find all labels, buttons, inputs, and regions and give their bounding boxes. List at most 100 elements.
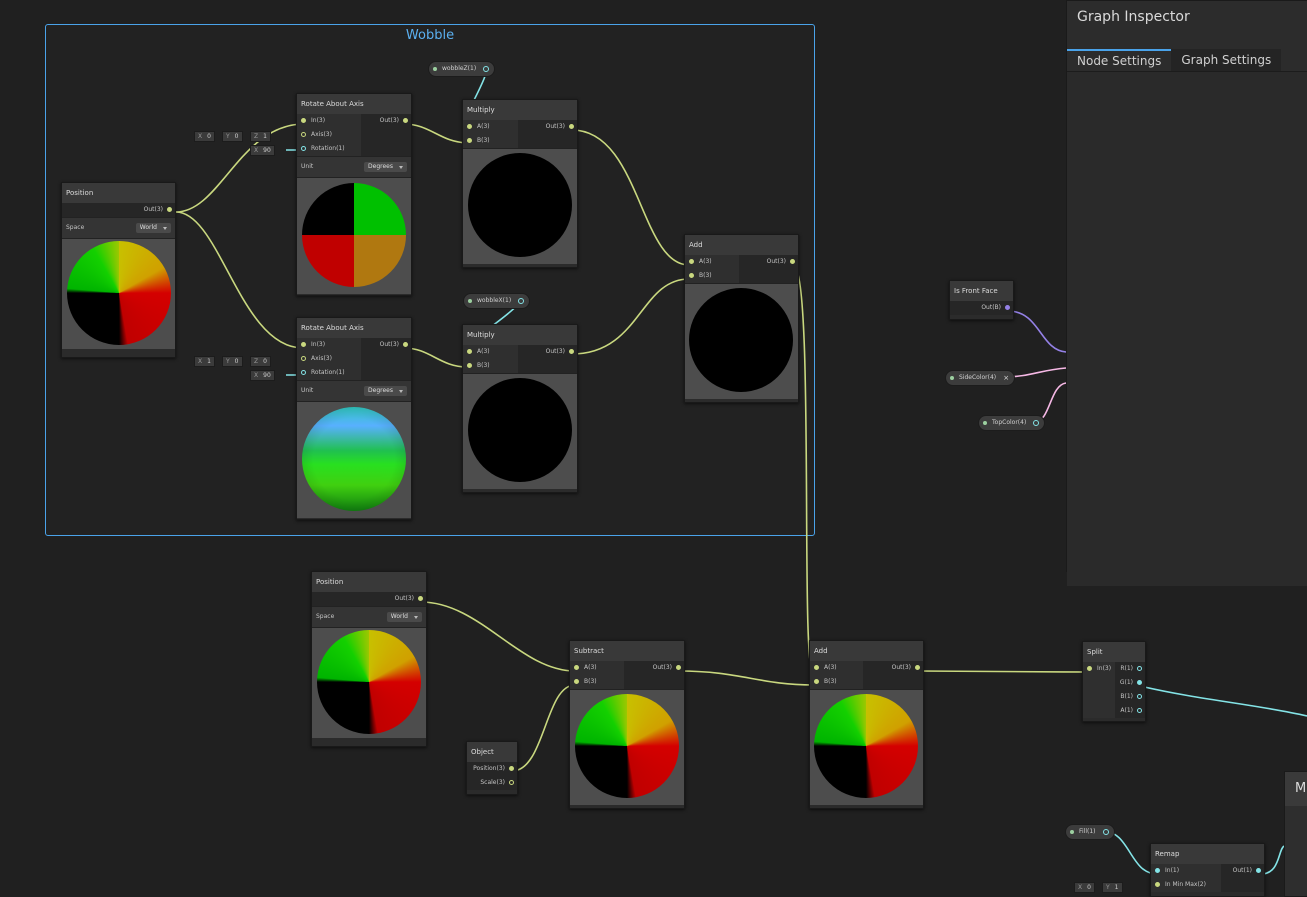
port-in[interactable]: In(3): [297, 338, 361, 352]
axis-z-field[interactable]: Z0: [250, 356, 271, 367]
node-title[interactable]: Add: [685, 235, 798, 255]
port-a[interactable]: A(3): [463, 345, 518, 359]
port-connector-icon[interactable]: [403, 342, 408, 347]
port-connector-icon[interactable]: [301, 342, 306, 347]
port-connector-icon[interactable]: [301, 118, 306, 123]
node-title[interactable]: Is Front Face: [950, 281, 1013, 301]
minmax-y-field[interactable]: Y1: [1102, 882, 1123, 893]
node-split[interactable]: Split In(3) R(1) G(1) B(1) A(1): [1082, 641, 1146, 722]
space-dropdown[interactable]: World: [386, 612, 422, 622]
port-connector-icon[interactable]: [689, 259, 694, 264]
port-a[interactable]: A(3): [463, 120, 518, 134]
port-axis[interactable]: Axis(3): [297, 128, 361, 142]
node-subtract[interactable]: Subtract A(3) B(3) Out(3): [569, 640, 685, 809]
port-axis[interactable]: Axis(3): [297, 352, 361, 366]
port-connector-icon[interactable]: [569, 124, 574, 129]
port-out[interactable]: Out(3): [739, 255, 798, 269]
port-connector-icon[interactable]: [790, 259, 795, 264]
port-connector-icon[interactable]: [418, 596, 423, 601]
port-connector-icon[interactable]: [1087, 666, 1092, 671]
port-b[interactable]: B(3): [685, 269, 739, 283]
port-connector-icon[interactable]: [301, 370, 306, 375]
port-connector-icon[interactable]: [467, 349, 472, 354]
port-connector-icon[interactable]: [509, 766, 514, 771]
port-b[interactable]: B(3): [463, 359, 518, 373]
port-out[interactable]: Out(3): [624, 661, 684, 675]
node-rotate-about-axis[interactable]: Rotate About Axis In(3) Axis(3) Rotation…: [296, 93, 412, 296]
port-rotation[interactable]: Rotation(1): [297, 366, 361, 380]
port-connector-icon[interactable]: [403, 118, 408, 123]
property-topcolor[interactable]: TopColor(4): [978, 415, 1046, 431]
port-a[interactable]: A(3): [685, 255, 739, 269]
node-add[interactable]: Add A(3) B(3) Out(3): [809, 640, 924, 809]
port-connector-icon[interactable]: [509, 780, 514, 785]
port-connector-icon[interactable]: [814, 665, 819, 670]
port-connector-icon[interactable]: [574, 679, 579, 684]
tab-graph-settings[interactable]: Graph Settings: [1171, 49, 1282, 71]
axis-x-field[interactable]: X1: [194, 356, 215, 367]
node-title[interactable]: Object: [467, 742, 517, 762]
unit-dropdown[interactable]: Degrees: [364, 162, 407, 172]
port-g[interactable]: G(1): [1115, 676, 1145, 690]
port-b[interactable]: B(3): [810, 675, 863, 689]
close-icon[interactable]: ×: [1003, 371, 1009, 385]
port-connector-icon[interactable]: [1155, 868, 1160, 873]
rotation-x-field[interactable]: X 90: [250, 370, 275, 381]
port-connector-icon[interactable]: [915, 665, 920, 670]
space-dropdown[interactable]: World: [135, 223, 171, 233]
port-a[interactable]: A(1): [1115, 704, 1145, 718]
axis-y-field[interactable]: Y0: [222, 356, 243, 367]
node-is-front-face[interactable]: Is Front Face Out(B): [949, 280, 1014, 320]
node-rotate-about-axis[interactable]: Rotate About Axis In(3) Axis(3) Rotation…: [296, 317, 412, 520]
port-out[interactable]: Out(B): [950, 301, 1013, 315]
property-wobblex[interactable]: wobbleX(1): [463, 293, 531, 309]
port-out[interactable]: Out(3): [312, 592, 426, 606]
port-b[interactable]: B(3): [570, 675, 624, 689]
port-in[interactable]: In(1): [1151, 864, 1221, 878]
node-position[interactable]: Position Out(3) Space World: [61, 182, 176, 358]
port-out[interactable]: Out(3): [62, 203, 175, 217]
port-out[interactable]: Out(1): [1221, 864, 1264, 878]
port-connector-icon[interactable]: [1256, 868, 1261, 873]
port-in-min-max[interactable]: In Min Max(2): [1151, 878, 1221, 892]
node-position[interactable]: Position Out(3) Space World: [311, 571, 427, 747]
port-b[interactable]: B(1): [1115, 690, 1145, 704]
port-a[interactable]: A(3): [570, 661, 624, 675]
port-connector-icon[interactable]: [467, 363, 472, 368]
node-title[interactable]: Rotate About Axis: [297, 318, 411, 338]
node-remap[interactable]: Remap In(1) In Min Max(2) Out(1): [1150, 843, 1265, 897]
port-connector-icon[interactable]: [676, 665, 681, 670]
port-scale[interactable]: Scale(3): [467, 776, 517, 790]
minmax-x-field[interactable]: X0: [1074, 882, 1095, 893]
axis-y-field[interactable]: Y0: [222, 131, 243, 142]
axis-x-field[interactable]: X0: [194, 131, 215, 142]
port-position[interactable]: Position(3): [467, 762, 517, 776]
node-title[interactable]: Multiply: [463, 325, 577, 345]
node-title[interactable]: Add: [810, 641, 923, 661]
group-title[interactable]: Wobble: [46, 28, 814, 43]
node-add[interactable]: Add A(3) B(3) Out(3): [684, 234, 799, 403]
node-title[interactable]: Subtract: [570, 641, 684, 661]
port-out[interactable]: Out(3): [518, 120, 577, 134]
node-multiply[interactable]: Multiply A(3) B(3) Out(3): [462, 324, 578, 493]
node-object[interactable]: Object Position(3) Scale(3): [466, 741, 518, 795]
port-rotation[interactable]: Rotation(1): [297, 142, 361, 156]
port-connector-icon[interactable]: [814, 679, 819, 684]
port-connector-icon[interactable]: [1137, 680, 1142, 685]
node-multiply[interactable]: Multiply A(3) B(3) Out(3): [462, 99, 578, 268]
axis-z-field[interactable]: Z1: [250, 131, 271, 142]
port-out[interactable]: Out(3): [518, 345, 577, 359]
port-in[interactable]: In(3): [1083, 662, 1115, 676]
port-out[interactable]: Out(3): [361, 114, 411, 128]
port-connector-icon[interactable]: [467, 138, 472, 143]
node-master[interactable]: M: [1284, 771, 1307, 897]
port-connector-icon[interactable]: [1137, 666, 1142, 671]
port-r[interactable]: R(1): [1115, 662, 1145, 676]
unit-dropdown[interactable]: Degrees: [364, 386, 407, 396]
property-wobblez[interactable]: wobbleZ(1): [428, 61, 496, 77]
node-title[interactable]: Position: [312, 572, 426, 592]
port-connector-icon[interactable]: [1005, 305, 1010, 310]
property-fill[interactable]: Fill(1): [1065, 824, 1115, 840]
property-sidecolor[interactable]: SideColor(4) ×: [945, 370, 1016, 386]
port-connector-icon[interactable]: [1137, 694, 1142, 699]
